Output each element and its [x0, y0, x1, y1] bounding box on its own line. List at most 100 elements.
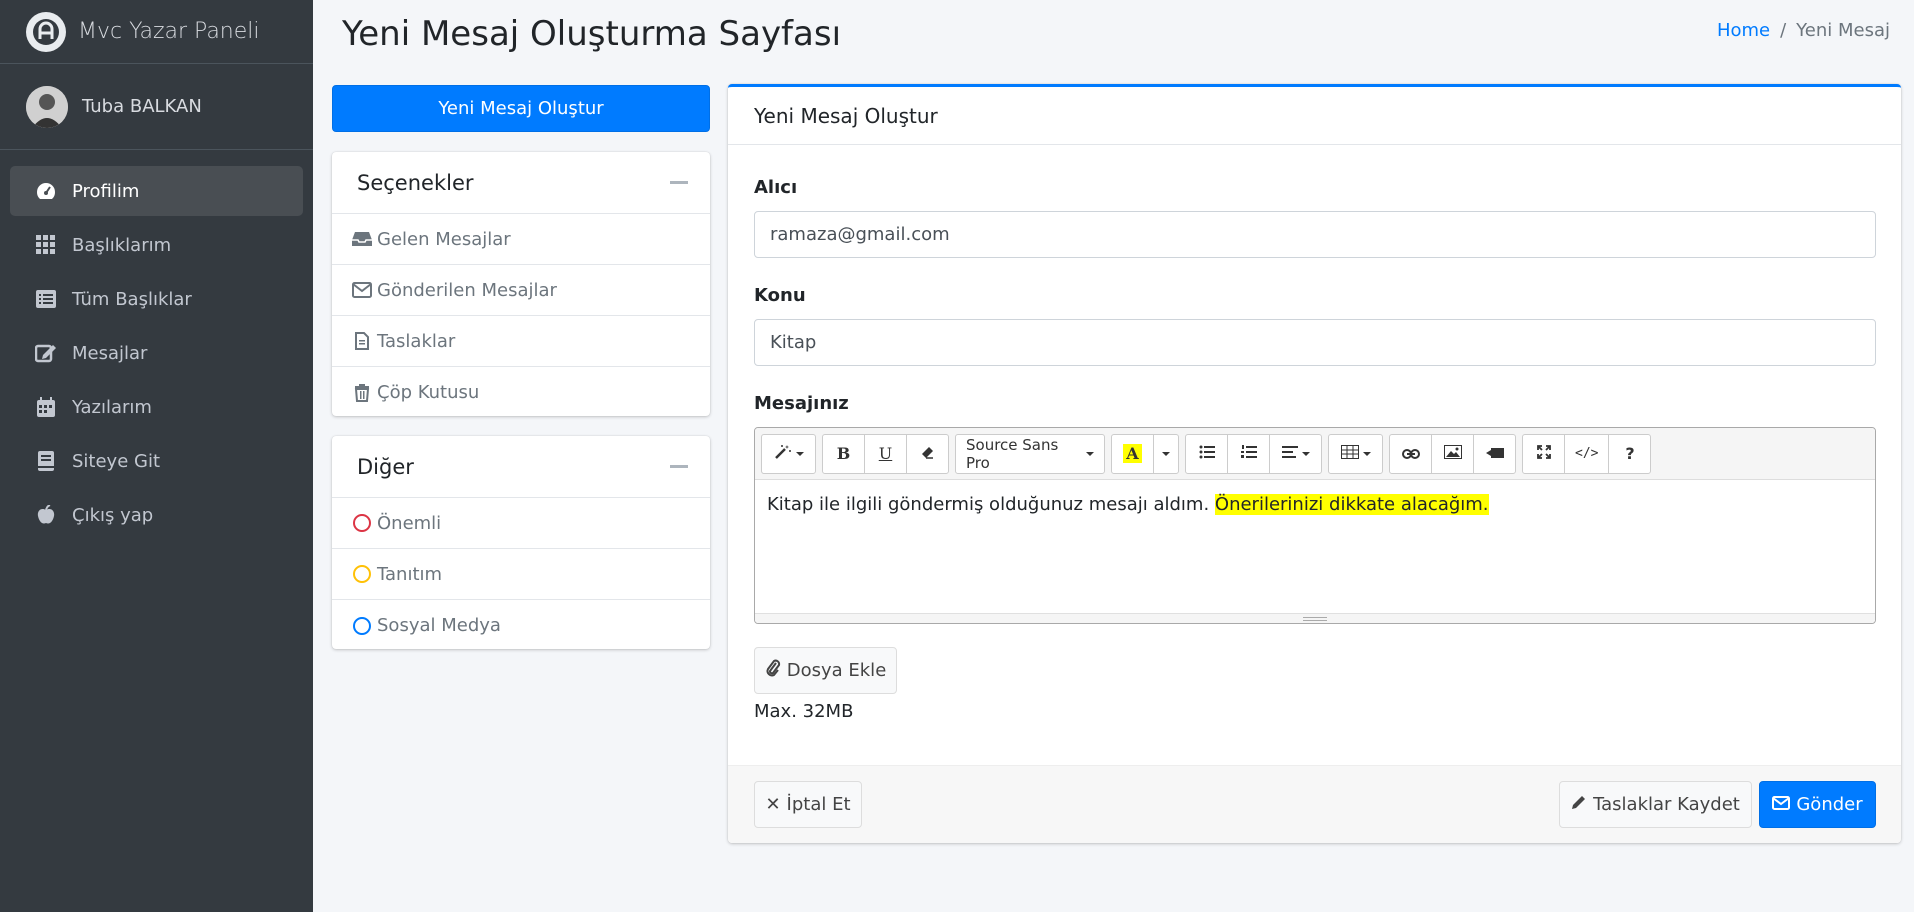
code-icon: </>	[1575, 446, 1599, 461]
subject-input[interactable]: Kitap	[754, 319, 1876, 366]
folder-item-inbox[interactable]: Gelen Mesajlar	[332, 214, 710, 265]
tachometer-icon	[34, 179, 58, 203]
user-panel[interactable]: Tuba BALKAN	[0, 64, 313, 150]
page-title: Yeni Mesaj Oluşturma Sayfası	[342, 14, 842, 54]
collapse-icon[interactable]	[670, 181, 688, 184]
sidebar-item-label: Tüm Başlıklar	[72, 288, 192, 310]
video-icon	[1485, 445, 1504, 463]
fullscreen-button[interactable]	[1522, 433, 1565, 474]
options-title: Seçenekler	[357, 170, 474, 195]
editor-toolbar: B U Source Sans Pro A </> ?	[755, 428, 1875, 480]
labels-title: Diğer	[357, 454, 414, 479]
label-item-promotion[interactable]: Tanıtım	[332, 549, 710, 600]
message-body[interactable]: Kitap ile ilgili göndermiş olduğunuz mes…	[755, 480, 1875, 613]
envelope-icon	[351, 279, 373, 301]
clear-format-button[interactable]	[906, 433, 949, 474]
label-item-social[interactable]: Sosyal Medya	[332, 600, 710, 651]
options-card: Seçenekler Gelen Mesajlar Gönderilen Mes…	[332, 152, 710, 416]
text-color-button[interactable]: A	[1111, 433, 1154, 474]
folder-item-label: Taslaklar	[377, 330, 456, 352]
help-button[interactable]: ?	[1608, 433, 1652, 474]
folder-item-trash[interactable]: Çöp Kutusu	[332, 367, 710, 418]
breadcrumb-home-link[interactable]: Home	[1717, 20, 1770, 41]
send-button[interactable]: Gönder	[1759, 781, 1876, 828]
bullet-list-icon	[1199, 445, 1215, 463]
bullet-list-button[interactable]	[1185, 433, 1228, 474]
inbox-icon	[351, 228, 373, 250]
editor-resize-handle[interactable]	[755, 613, 1875, 623]
sidebar-item-profilim[interactable]: Profilim	[10, 166, 303, 216]
avatar	[26, 85, 68, 128]
sidebar-item-label: Mesajlar	[72, 342, 148, 364]
grid-icon	[34, 233, 58, 257]
compose-card-title: Yeni Mesaj Oluştur	[728, 87, 1901, 145]
sidebar-item-label: Başlıklarım	[72, 234, 172, 256]
save-draft-button[interactable]: Taslaklar Kaydet	[1559, 781, 1752, 828]
max-file-size: Max. 32MB	[754, 701, 854, 722]
folder-item-sent[interactable]: Gönderilen Mesajlar	[332, 265, 710, 316]
sidebar-item-siteye-git[interactable]: Siteye Git	[10, 436, 303, 486]
message-text: Kitap ile ilgili göndermiş olduğunuz mes…	[767, 494, 1215, 515]
message-highlighted-text: Önerilerinizi dikkate alacağım.	[1214, 494, 1489, 515]
folder-item-label: Çöp Kutusu	[377, 382, 480, 403]
brand-logo-icon	[26, 11, 66, 52]
save-draft-label: Taslaklar Kaydet	[1593, 794, 1740, 815]
sidebar-item-mesajlar[interactable]: Mesajlar	[10, 328, 303, 378]
circle-icon	[351, 615, 373, 637]
trash-icon	[351, 382, 373, 404]
sidebar-item-label: Yazılarım	[72, 396, 152, 418]
label-item-text: Tanıtım	[377, 563, 443, 585]
paperclip-icon	[765, 658, 781, 683]
bold-button[interactable]: B	[822, 433, 865, 474]
label-item-text: Önemli	[377, 512, 442, 534]
collapse-icon[interactable]	[670, 465, 688, 468]
underline-button[interactable]: U	[864, 433, 907, 474]
font-family-dropdown[interactable]: Source Sans Pro	[955, 433, 1105, 474]
folder-item-drafts[interactable]: Taslaklar	[332, 316, 710, 367]
label-item-important[interactable]: Önemli	[332, 498, 710, 549]
close-icon: ✕	[765, 794, 781, 815]
video-button[interactable]	[1473, 433, 1516, 474]
compose-card-footer: ✕ İptal Et Taslaklar Kaydet Gönder	[728, 765, 1901, 843]
sidebar-item-label: Profilim	[72, 180, 140, 202]
compose-button[interactable]: Yeni Mesaj Oluştur	[332, 85, 710, 132]
folder-item-label: Gelen Mesajlar	[377, 228, 511, 250]
text-color-dropdown[interactable]	[1153, 433, 1179, 474]
bold-icon: B	[836, 444, 851, 463]
link-icon	[1401, 445, 1420, 463]
sidebar-item-basliklarim[interactable]: Başlıklarım	[10, 220, 303, 270]
recipient-input[interactable]: ramaza@gmail.com	[754, 211, 1876, 258]
breadcrumb-current: Yeni Mesaj	[1796, 20, 1890, 41]
label-item-text: Sosyal Medya	[377, 615, 501, 636]
cancel-button[interactable]: ✕ İptal Et	[754, 781, 862, 828]
code-view-button[interactable]: </>	[1564, 433, 1610, 474]
eraser-icon	[921, 445, 935, 463]
attach-file-button[interactable]: Dosya Ekle	[754, 647, 897, 694]
sidebar-item-yazilarim[interactable]: Yazılarım	[10, 382, 303, 432]
magic-wand-icon	[774, 444, 792, 464]
message-label: Mesajınız	[754, 393, 849, 414]
underline-icon: U	[878, 444, 893, 463]
edit-icon	[34, 341, 58, 365]
attach-file-label: Dosya Ekle	[786, 660, 887, 681]
sidebar-nav: Profilim Başlıklarım Tüm Başlıklar Mesaj…	[0, 150, 313, 540]
ordered-list-icon	[1240, 444, 1257, 463]
text-color-icon: A	[1123, 444, 1142, 463]
user-name: Tuba BALKAN	[82, 96, 202, 117]
link-button[interactable]	[1389, 433, 1432, 474]
table-dropdown[interactable]	[1328, 433, 1383, 474]
style-button[interactable]	[761, 433, 816, 474]
image-button[interactable]	[1431, 433, 1474, 474]
paragraph-align-dropdown[interactable]	[1269, 433, 1322, 474]
help-icon: ?	[1625, 444, 1635, 463]
sidebar-item-cikis-yap[interactable]: Çıkış yap	[10, 490, 303, 540]
folder-item-label: Gönderilen Mesajlar	[377, 279, 557, 301]
sidebar-item-tum-basliklar[interactable]: Tüm Başlıklar	[10, 274, 303, 324]
circle-icon	[351, 512, 373, 534]
breadcrumb: Home / Yeni Mesaj	[1717, 20, 1890, 41]
table-icon	[1340, 444, 1359, 463]
compose-card: Yeni Mesaj Oluştur Alıcı ramaza@gmail.co…	[728, 84, 1901, 843]
brand[interactable]: Mvc Yazar Paneli	[0, 0, 313, 64]
ordered-list-button[interactable]	[1227, 433, 1270, 474]
expand-icon	[1536, 444, 1551, 463]
